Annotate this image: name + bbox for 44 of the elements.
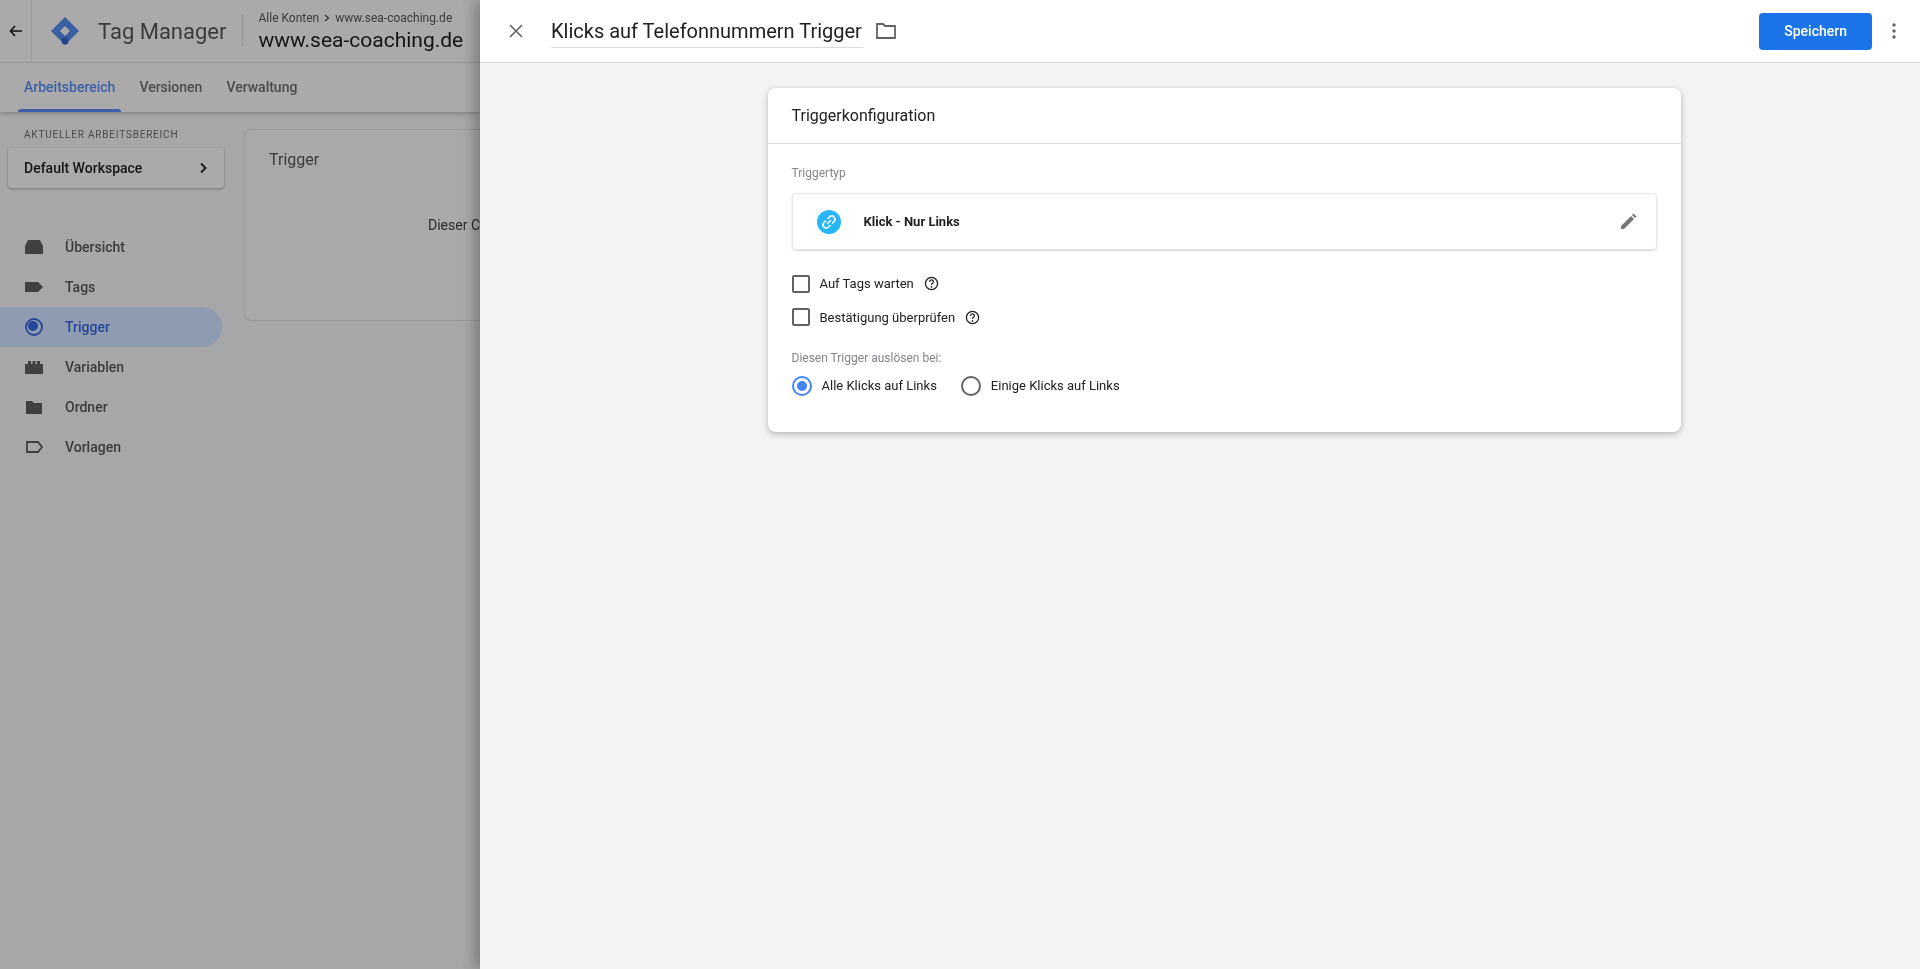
nav-tab[interactable]: Verwaltung — [214, 63, 310, 112]
trigger-type-name: Klick - Nur Links — [863, 212, 960, 231]
workspace-selector[interactable]: Default Workspace — [8, 148, 224, 188]
trigger-type-box[interactable]: Klick - Nur Links — [791, 193, 1657, 250]
sidebar-item[interactable]: Ordner — [0, 387, 222, 427]
chevron-right-icon — [323, 14, 332, 22]
link-icon — [816, 209, 841, 234]
card-title: Triggerkonfiguration — [791, 104, 936, 127]
save-button[interactable]: Speichern — [1759, 12, 1872, 50]
more-vertical-icon[interactable] — [1892, 23, 1896, 39]
nav-tab[interactable]: Versionen — [127, 63, 215, 112]
tray-icon — [24, 237, 44, 257]
sidebar-item[interactable]: Vorlagen — [0, 427, 222, 467]
sidebar-item[interactable]: Tags — [0, 267, 222, 307]
app-title: Tag Manager — [98, 17, 227, 46]
name-field[interactable]: Klicks auf Telefonnummern Trigger — [551, 14, 863, 48]
close-icon[interactable] — [508, 23, 524, 39]
empty-state-text: Dieser C — [428, 216, 480, 235]
checkbox-label: Auf Tags warten — [819, 275, 914, 293]
nav-tab[interactable]: Arbeitsbereich — [12, 63, 128, 112]
radio-button[interactable] — [960, 376, 981, 396]
container-name[interactable]: www.sea-coaching.de — [258, 27, 464, 53]
sidebar-item[interactable]: Variablen — [0, 347, 222, 387]
trigger-icon — [24, 317, 44, 337]
folder-outline-icon[interactable] — [875, 22, 897, 40]
checkbox-label: Bestätigung überprüfen — [819, 308, 956, 327]
radio-label: Einige Klicks auf Links — [990, 377, 1120, 396]
help-icon[interactable] — [923, 276, 939, 292]
breadcrumb-item: www.sea-coaching.de — [335, 10, 453, 27]
field-label: Triggertyp — [791, 165, 847, 182]
back-arrow-icon[interactable] — [8, 24, 23, 38]
sidebar-item[interactable]: Trigger — [0, 307, 222, 347]
radio-button[interactable] — [791, 376, 812, 396]
checkbox[interactable] — [791, 274, 810, 293]
card-title: Trigger — [269, 149, 321, 171]
sidebar-item[interactable]: Übersicht — [0, 227, 222, 267]
chevron-right-icon — [198, 162, 208, 174]
checkbox[interactable] — [791, 308, 810, 327]
radio-label: Alle Klicks auf Links — [821, 377, 937, 396]
section-label: AKTUELLER ARBEITSBEREICH — [24, 128, 180, 142]
field-label: Diesen Trigger auslösen bei: — [791, 350, 943, 367]
help-icon[interactable] — [965, 309, 981, 325]
diamond-logo-icon — [49, 15, 81, 47]
breadcrumb-link[interactable]: Alle Konten — [258, 9, 320, 27]
